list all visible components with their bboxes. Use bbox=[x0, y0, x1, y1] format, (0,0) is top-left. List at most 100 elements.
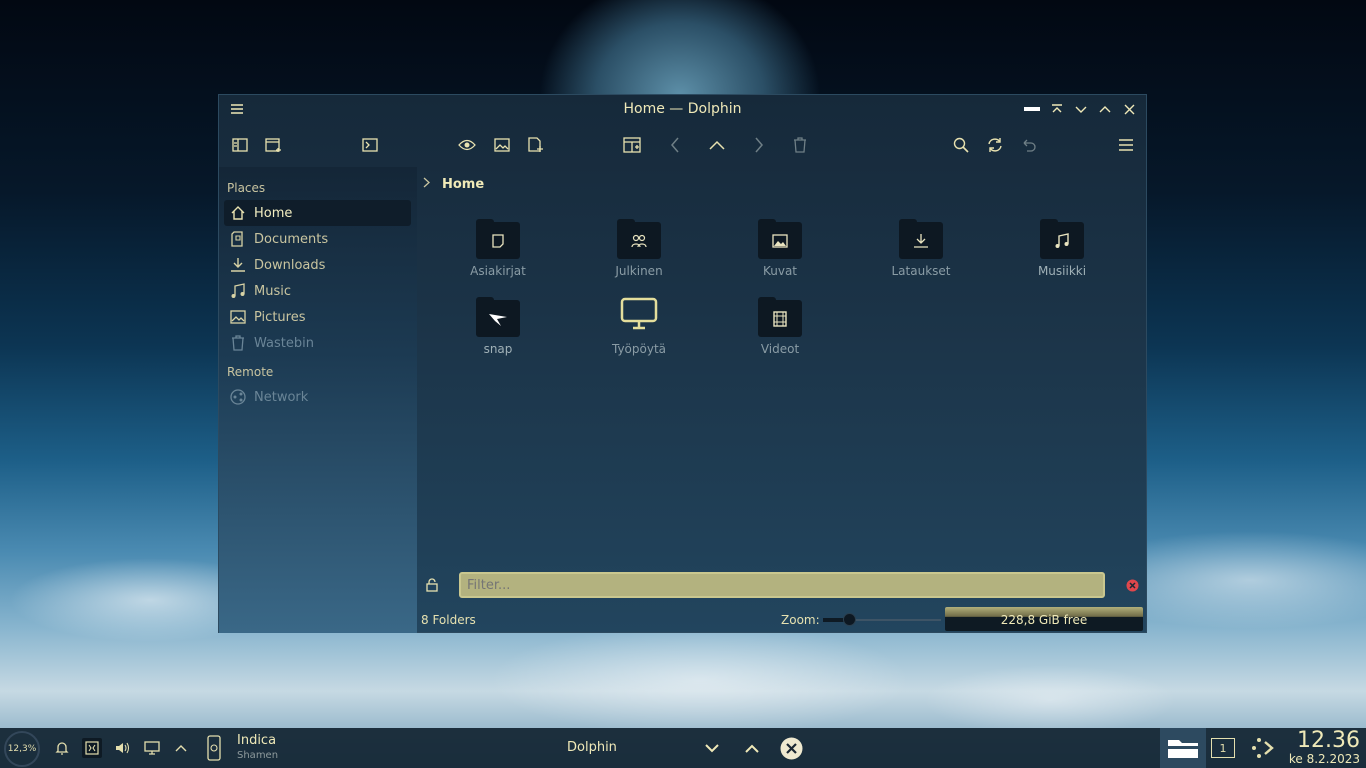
folder-item[interactable]: snap bbox=[443, 297, 553, 356]
downloads-icon bbox=[229, 256, 247, 274]
filter-bar bbox=[417, 571, 1146, 599]
lock-icon[interactable] bbox=[425, 577, 439, 593]
close-icon[interactable] bbox=[1120, 100, 1138, 118]
breadcrumb-current[interactable]: Home bbox=[442, 177, 484, 192]
sidebar-item-downloads[interactable]: Downloads bbox=[224, 252, 411, 278]
status-bar: 8 Folders Zoom: 228,8 GiB free bbox=[417, 607, 1146, 633]
media-artist: Shamen bbox=[237, 750, 279, 761]
undo-icon[interactable] bbox=[1015, 131, 1043, 159]
trash-icon bbox=[229, 334, 247, 352]
sidebar-item-label: Music bbox=[254, 283, 291, 299]
sidebar-item-wastebin[interactable]: Wastebin bbox=[224, 330, 411, 356]
media-title[interactable]: Indica bbox=[237, 733, 276, 748]
up-icon[interactable] bbox=[703, 131, 731, 159]
breadcrumb[interactable]: Home bbox=[423, 177, 484, 192]
folder-item[interactable]: Videot bbox=[725, 297, 835, 356]
public-folder-icon bbox=[617, 219, 661, 259]
new-file-icon[interactable] bbox=[522, 131, 550, 159]
volume-icon[interactable] bbox=[113, 739, 131, 757]
sidebar-item-home[interactable]: Home bbox=[224, 200, 411, 226]
folder-item[interactable]: Asiakirjat bbox=[443, 219, 553, 278]
places-panel: Places Home Documents Downloads Music Pi… bbox=[219, 167, 417, 633]
sidebar-item-documents[interactable]: Documents bbox=[224, 226, 411, 252]
taskbar-close-icon[interactable] bbox=[779, 736, 803, 760]
zoom-label: Zoom: bbox=[781, 613, 820, 627]
documents-icon bbox=[229, 230, 247, 248]
sidebar-item-label: Downloads bbox=[254, 257, 326, 273]
taskbar-window-title[interactable]: Dolphin bbox=[567, 740, 617, 755]
folder-item[interactable]: Työpöytä bbox=[584, 297, 694, 356]
taskbar-minimize-icon[interactable] bbox=[703, 739, 721, 757]
delete-icon[interactable] bbox=[786, 131, 814, 159]
hamburger-menu-icon[interactable] bbox=[1112, 131, 1140, 159]
folder-label: Asiakirjat bbox=[470, 264, 526, 278]
pager-desktop[interactable]: 1 bbox=[1211, 738, 1235, 758]
network-icon bbox=[229, 388, 247, 406]
chevron-up-icon[interactable] bbox=[173, 740, 189, 756]
sidebar-item-label: Home bbox=[254, 205, 293, 221]
forward-icon[interactable] bbox=[745, 131, 773, 159]
places-panel-icon[interactable] bbox=[226, 131, 254, 159]
terminal-icon[interactable] bbox=[356, 131, 384, 159]
cpu-usage-label: 12,3% bbox=[7, 744, 37, 754]
display-icon[interactable] bbox=[143, 739, 161, 757]
folder-label: Videot bbox=[760, 342, 800, 356]
free-space-label: 228,8 GiB free bbox=[1000, 613, 1088, 627]
sidebar-item-pictures[interactable]: Pictures bbox=[224, 304, 411, 330]
minimize-icon[interactable] bbox=[1072, 100, 1090, 118]
folder-label: Lataukset bbox=[891, 264, 951, 278]
back-icon[interactable] bbox=[662, 131, 690, 159]
notifications-icon[interactable] bbox=[53, 739, 71, 757]
music-folder-icon bbox=[1040, 219, 1084, 259]
sidebar-item-music[interactable]: Music bbox=[224, 278, 411, 304]
title-bar[interactable]: Home — Dolphin bbox=[219, 95, 1146, 123]
file-view[interactable]: Home Asiakirjat Julkinen Kuvat Lataukset bbox=[417, 167, 1146, 633]
taskbar-maximize-icon[interactable] bbox=[743, 739, 761, 757]
home-icon bbox=[229, 204, 247, 222]
folder-item[interactable]: Kuvat bbox=[725, 219, 835, 278]
folder-item[interactable]: Julkinen bbox=[584, 219, 694, 278]
videos-folder-icon bbox=[758, 297, 802, 337]
sidebar-item-network[interactable]: Network bbox=[224, 384, 411, 410]
new-tab-icon[interactable] bbox=[260, 131, 288, 159]
clear-filter-icon[interactable] bbox=[1125, 578, 1139, 592]
maximize-icon[interactable] bbox=[1096, 100, 1114, 118]
zoom-slider[interactable] bbox=[823, 613, 941, 626]
folder-label: snap bbox=[483, 342, 513, 356]
folder-item[interactable]: Musiikki bbox=[1007, 219, 1117, 278]
folder-label: Musiikki bbox=[1037, 264, 1087, 278]
sidebar-item-label: Pictures bbox=[254, 309, 306, 325]
clipboard-icon[interactable] bbox=[82, 738, 102, 758]
clock-date: ke 8.2.2023 bbox=[1288, 752, 1360, 766]
split-view-icon[interactable] bbox=[618, 131, 646, 159]
task-manager-dolphin[interactable] bbox=[1160, 728, 1206, 768]
music-icon bbox=[229, 282, 247, 300]
sidebar-item-label: Network bbox=[254, 389, 309, 405]
preview-eye-icon[interactable] bbox=[453, 131, 481, 159]
shade-icon[interactable] bbox=[1023, 100, 1041, 118]
image-view-icon[interactable] bbox=[488, 131, 516, 159]
pictures-icon bbox=[229, 308, 247, 326]
dolphin-window[interactable]: Home — Dolphin Places Home Documents Dow… bbox=[218, 94, 1147, 633]
taskbar: 12,3% Indica Shamen Dolphin 1 12.36 ke 8… bbox=[0, 728, 1366, 768]
zoom-slider-handle[interactable] bbox=[842, 613, 856, 626]
folder-count: 8 Folders bbox=[421, 613, 476, 627]
search-icon[interactable] bbox=[947, 131, 975, 159]
folder-item[interactable]: Lataukset bbox=[866, 219, 976, 278]
clock-time: 12.36 bbox=[1297, 728, 1360, 753]
filter-input[interactable] bbox=[459, 572, 1105, 598]
sidebar-item-label: Wastebin bbox=[254, 335, 314, 351]
media-player-icon[interactable] bbox=[205, 734, 223, 762]
keep-above-icon[interactable] bbox=[1048, 100, 1066, 118]
pictures-folder-icon bbox=[758, 219, 802, 259]
chevron-right-icon[interactable] bbox=[423, 177, 430, 192]
window-title: Home — Dolphin bbox=[623, 101, 742, 117]
desktop-icon bbox=[617, 297, 661, 337]
cpu-monitor[interactable]: 12,3% bbox=[4, 731, 40, 767]
disk-free-bar[interactable]: 228,8 GiB free bbox=[945, 607, 1143, 631]
app-launcher-icon[interactable] bbox=[1250, 736, 1276, 760]
folder-label: Kuvat bbox=[762, 264, 798, 278]
reload-icon[interactable] bbox=[981, 131, 1009, 159]
main-toolbar bbox=[219, 131, 1146, 159]
digital-clock[interactable]: 12.36 ke 8.2.2023 bbox=[1288, 728, 1360, 767]
